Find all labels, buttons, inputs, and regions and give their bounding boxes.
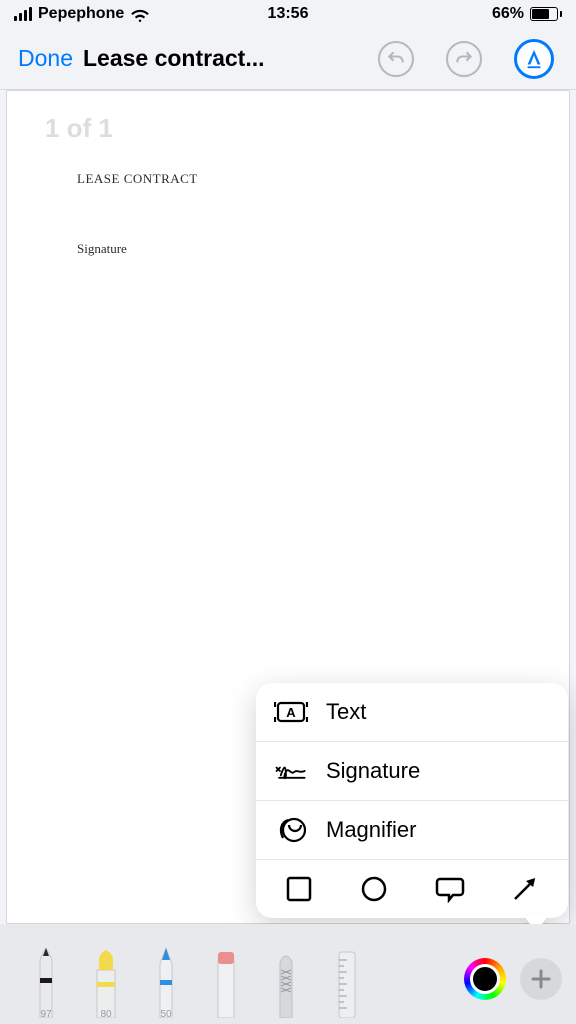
popup-item-label: Signature bbox=[326, 758, 420, 784]
popup-item-label: Magnifier bbox=[326, 817, 416, 843]
clock: 13:56 bbox=[268, 5, 309, 23]
tool-pencil-value: 50 bbox=[160, 1009, 171, 1020]
shape-speech-bubble-button[interactable] bbox=[433, 872, 467, 906]
cellular-signal-icon bbox=[14, 7, 32, 21]
color-picker-button[interactable] bbox=[464, 958, 506, 1000]
signature-icon bbox=[274, 756, 308, 786]
carrier-label: Pepephone bbox=[38, 5, 124, 23]
shape-arrow-button[interactable] bbox=[508, 872, 542, 906]
tool-highlighter-value: 80 bbox=[100, 1009, 111, 1020]
document-title: Lease contract... bbox=[83, 45, 265, 72]
done-button[interactable]: Done bbox=[18, 45, 73, 72]
tool-pen[interactable]: 97 bbox=[20, 926, 72, 1018]
tool-highlighter[interactable]: 80 bbox=[80, 926, 132, 1018]
popup-item-signature[interactable]: Signature bbox=[256, 742, 568, 801]
add-annotation-button[interactable] bbox=[520, 958, 562, 1000]
document-signature-label: Signature bbox=[77, 241, 499, 257]
redo-button[interactable] bbox=[446, 41, 482, 77]
popup-item-text[interactable]: A Text bbox=[256, 683, 568, 742]
popup-shapes-row bbox=[256, 860, 568, 918]
undo-button[interactable] bbox=[378, 41, 414, 77]
shape-square-button[interactable] bbox=[282, 872, 316, 906]
tool-pen-value: 97 bbox=[40, 1009, 51, 1020]
current-color-swatch bbox=[470, 964, 500, 994]
svg-text:A: A bbox=[286, 705, 296, 720]
tool-pencil[interactable]: 50 bbox=[140, 926, 192, 1018]
markup-toolbar: 97 80 50 bbox=[0, 924, 576, 1024]
wifi-icon bbox=[130, 7, 150, 22]
tool-ruler[interactable] bbox=[320, 926, 372, 1018]
page-indicator: 1 of 1 bbox=[45, 113, 113, 144]
navigation-bar: Done Lease contract... bbox=[0, 28, 576, 90]
magnifier-icon bbox=[274, 815, 308, 845]
popup-item-label: Text bbox=[326, 699, 366, 725]
status-bar: Pepephone 13:56 66% bbox=[0, 0, 576, 28]
markup-toggle-button[interactable] bbox=[514, 39, 554, 79]
text-box-icon: A bbox=[274, 697, 308, 727]
battery-icon bbox=[530, 7, 562, 21]
add-annotation-popup: A Text Signature Magnifier bbox=[256, 683, 568, 918]
plus-icon bbox=[530, 968, 552, 990]
document-heading: LEASE CONTRACT bbox=[77, 171, 499, 187]
tool-eraser[interactable] bbox=[200, 926, 252, 1018]
battery-percentage: 66% bbox=[492, 5, 524, 23]
tool-lasso[interactable] bbox=[260, 926, 312, 1018]
shape-circle-button[interactable] bbox=[357, 872, 391, 906]
popup-item-magnifier[interactable]: Magnifier bbox=[256, 801, 568, 860]
